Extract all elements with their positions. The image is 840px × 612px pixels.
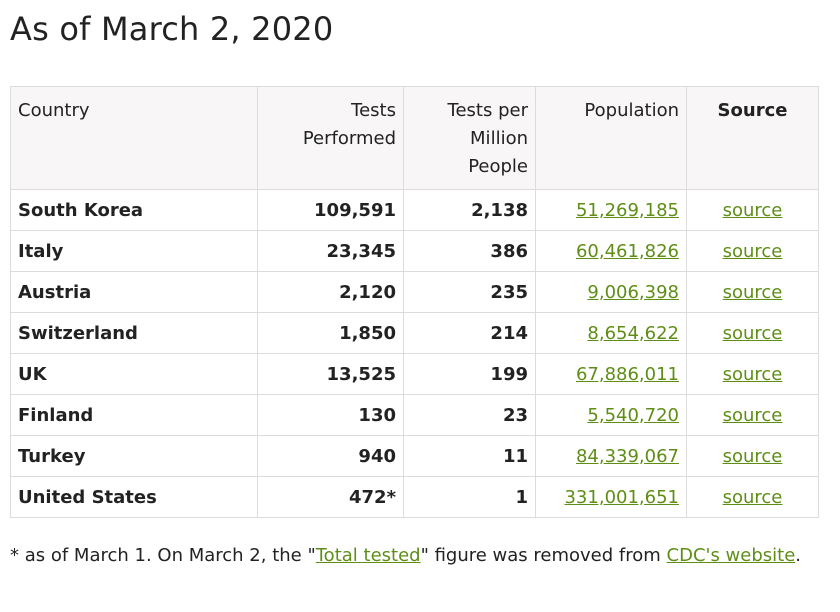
header-population-label: Population (584, 100, 679, 121)
cell-per-million: 199 (403, 353, 536, 395)
header-tests-performed: Tests Performed (257, 86, 404, 190)
cell-per-million: 386 (403, 230, 536, 272)
cell-tests: 2,120 (257, 271, 404, 313)
cell-tests: 940 (257, 435, 404, 477)
cell-source: source (686, 476, 819, 518)
cell-country: Austria (10, 271, 258, 313)
cell-per-million: 11 (403, 435, 536, 477)
footnote-text-1: * as of March 1. On March 2, the " (10, 545, 316, 566)
cell-tests: 23,345 (257, 230, 404, 272)
header-row: Country Tests Performed Tests per Millio… (10, 86, 819, 190)
cdc-website-link[interactable]: CDC's website (667, 545, 796, 566)
footnote-text-2: " figure was removed from (420, 545, 667, 566)
population-link[interactable]: 67,886,011 (576, 364, 679, 385)
population-link[interactable]: 331,001,651 (564, 487, 679, 508)
header-tests-line2: Performed (302, 128, 396, 149)
header-population: Population (535, 86, 687, 190)
source-link[interactable]: source (723, 487, 783, 508)
table-row: United States 472* 1 331,001,651 source (10, 476, 819, 518)
footnote: * as of March 1. On March 2, the "Total … (10, 540, 810, 572)
cell-per-million: 2,138 (403, 189, 536, 231)
cell-source: source (686, 230, 819, 272)
cell-population: 8,654,622 (535, 312, 687, 354)
cell-population: 331,001,651 (535, 476, 687, 518)
header-country-label: Country (18, 100, 90, 121)
table-row: Switzerland 1,850 214 8,654,622 source (10, 312, 819, 354)
cell-source: source (686, 312, 819, 354)
table-body: South Korea 109,591 2,138 51,269,185 sou… (10, 189, 819, 518)
source-link[interactable]: source (723, 200, 783, 221)
population-link[interactable]: 8,654,622 (587, 323, 679, 344)
cell-source: source (686, 271, 819, 313)
cell-tests: 1,850 (257, 312, 404, 354)
total-tested-link[interactable]: Total tested (316, 545, 421, 566)
source-link[interactable]: source (723, 405, 783, 426)
cell-tests: 130 (257, 394, 404, 436)
cell-country: Switzerland (10, 312, 258, 354)
cell-source: source (686, 435, 819, 477)
cell-source: source (686, 353, 819, 395)
footnote-text-3: . (795, 545, 802, 566)
cell-source: source (686, 189, 819, 231)
page-title: As of March 2, 2020 (10, 10, 334, 48)
source-link[interactable]: source (723, 364, 783, 385)
table-header: Country Tests Performed Tests per Millio… (10, 86, 819, 190)
cell-country: Turkey (10, 435, 258, 477)
table-row: UK 13,525 199 67,886,011 source (10, 353, 819, 395)
header-source: Source (686, 86, 819, 190)
table-row: South Korea 109,591 2,138 51,269,185 sou… (10, 189, 819, 231)
cell-tests: 472* (257, 476, 404, 518)
cell-country: United States (10, 476, 258, 518)
source-link[interactable]: source (723, 446, 783, 467)
cell-per-million: 1 (403, 476, 536, 518)
table-row: Italy 23,345 386 60,461,826 source (10, 230, 819, 272)
population-link[interactable]: 5,540,720 (587, 405, 679, 426)
header-tests-line1: Tests (351, 100, 396, 121)
header-tpm-line2: Million (470, 128, 528, 149)
cell-population: 67,886,011 (535, 353, 687, 395)
header-tpm-line3: People (468, 156, 528, 177)
cell-tests: 109,591 (257, 189, 404, 231)
cell-population: 9,006,398 (535, 271, 687, 313)
cell-population: 60,461,826 (535, 230, 687, 272)
cell-per-million: 23 (403, 394, 536, 436)
header-tpm-line1: Tests per (447, 100, 528, 121)
cell-country: Italy (10, 230, 258, 272)
cell-tests: 13,525 (257, 353, 404, 395)
cell-population: 5,540,720 (535, 394, 687, 436)
source-link[interactable]: source (723, 241, 783, 262)
population-link[interactable]: 9,006,398 (587, 282, 679, 303)
header-tests-per-million: Tests per Million People (403, 86, 536, 190)
cell-per-million: 214 (403, 312, 536, 354)
table-row: Austria 2,120 235 9,006,398 source (10, 271, 819, 313)
source-link[interactable]: source (723, 282, 783, 303)
cell-country: South Korea (10, 189, 258, 231)
cell-population: 51,269,185 (535, 189, 687, 231)
source-link[interactable]: source (723, 323, 783, 344)
population-link[interactable]: 51,269,185 (576, 200, 679, 221)
population-link[interactable]: 60,461,826 (576, 241, 679, 262)
table-row: Turkey 940 11 84,339,067 source (10, 435, 819, 477)
cell-country: UK (10, 353, 258, 395)
cell-country: Finland (10, 394, 258, 436)
cell-source: source (686, 394, 819, 436)
testing-table: Country Tests Performed Tests per Millio… (10, 86, 819, 518)
header-country: Country (10, 86, 258, 190)
cell-population: 84,339,067 (535, 435, 687, 477)
cell-per-million: 235 (403, 271, 536, 313)
population-link[interactable]: 84,339,067 (576, 446, 679, 467)
table-row: Finland 130 23 5,540,720 source (10, 394, 819, 436)
header-source-label: Source (717, 100, 788, 121)
